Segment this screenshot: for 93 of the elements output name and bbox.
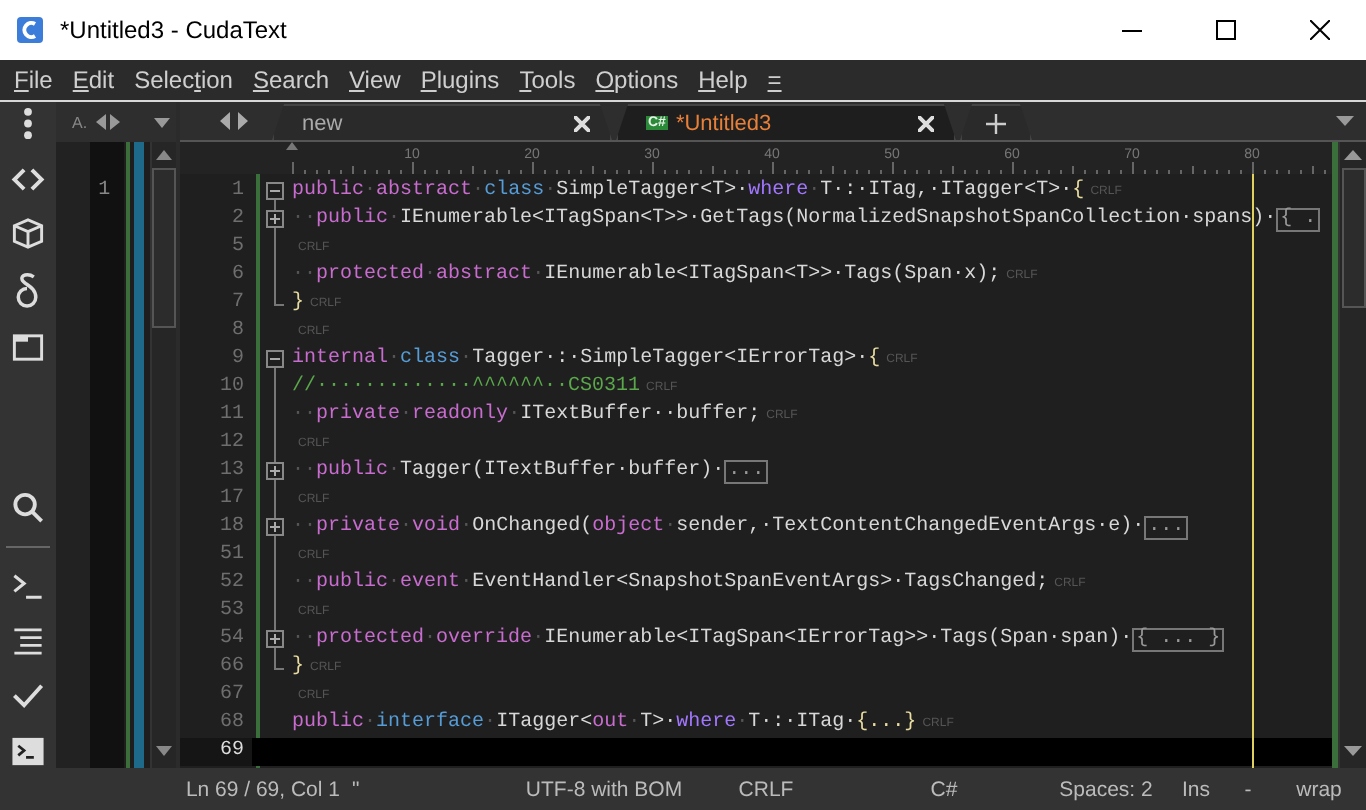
menu-item[interactable]: Selection: [124, 60, 243, 100]
line-number: 68: [217, 710, 246, 738]
fold-minus-icon[interactable]: [266, 346, 284, 374]
code-text: internal·class·Tagger·:·SimpleTagger<IErrorTag>·{: [292, 346, 881, 374]
scroll-up-icon[interactable]: [156, 150, 172, 160]
line-number: 5: [229, 234, 246, 262]
line-number: 52: [217, 570, 246, 598]
folded-block-button[interactable]: ...: [724, 460, 769, 484]
line-number: 7: [229, 290, 246, 318]
code-text: ··public·Tagger(ITextBuffer·buffer)·: [292, 458, 725, 486]
caret-icon[interactable]: [1336, 116, 1354, 126]
nav-arrows-icon[interactable]: [95, 114, 120, 130]
delta-icon[interactable]: [14, 271, 42, 310]
search-icon[interactable]: [10, 489, 46, 525]
caret-icon[interactable]: [154, 117, 170, 127]
menu-item[interactable]: File: [4, 60, 63, 100]
maximize-icon[interactable]: [1215, 20, 1235, 40]
list-icon[interactable]: [10, 623, 46, 659]
menu-item[interactable]: Help: [688, 60, 758, 100]
fold-minus-icon[interactable]: [266, 178, 284, 206]
minimize-icon[interactable]: [1121, 29, 1141, 31]
line-number: 53: [217, 598, 246, 626]
code-text: ··private·readonly·ITextBuffer··buffer;: [292, 402, 761, 430]
fold-plus-icon[interactable]: [266, 458, 284, 486]
code-text: //·············^^^^^^··CS0311: [292, 374, 641, 402]
line-number: 1: [98, 178, 113, 206]
window-title: *Untitled3 - CudaText: [60, 16, 287, 44]
line-number: 66: [217, 654, 246, 682]
menu-item[interactable]: Options: [585, 60, 689, 100]
line-number: 17: [217, 486, 246, 514]
console-icon[interactable]: [10, 733, 46, 769]
line-number: 8: [229, 318, 246, 346]
line-number: 9: [229, 346, 246, 374]
status-item: Spaces: 2: [1057, 777, 1155, 801]
new-tab-button[interactable]: [960, 104, 1032, 140]
status-item: -: [1242, 777, 1254, 801]
plus-icon[interactable]: [986, 113, 1006, 133]
tab-title[interactable]: A.: [72, 113, 88, 131]
scroll-thumb[interactable]: [152, 168, 176, 328]
tab[interactable]: new: [272, 104, 612, 140]
folded-block-button[interactable]: { ... }: [1132, 628, 1225, 652]
line-number: 10: [217, 374, 246, 402]
fold-plus-icon[interactable]: [266, 626, 284, 654]
line-number: 2: [229, 206, 246, 234]
line-number: 69: [180, 738, 252, 766]
tab-title: new: [302, 111, 343, 135]
line-number: 18: [217, 514, 246, 542]
code-text: ··protected·abstract·IEnumerable<ITagSpan<T>>·Tags(Span·x);: [292, 262, 1001, 290]
code-text: public·abstract·class·SimpleTagger<T>·where·T·:·ITag,·ITagger<T>·{: [292, 178, 1085, 206]
window-icon[interactable]: [10, 330, 46, 366]
menu-item[interactable]: Edit: [62, 60, 125, 100]
code-text: ··public·event·EventHandler<SnapshotSpanEventArgs>·TagsChanged;: [292, 570, 1049, 598]
code-text: ··private·void·OnChanged(object·sender,·TextContentChangedEventArgs·e)·: [292, 514, 1145, 542]
code-text: }: [292, 654, 305, 682]
line-number: 51: [217, 542, 246, 570]
status-item: ": [350, 777, 362, 801]
menu-item[interactable]: =: [757, 60, 792, 100]
scrollbar[interactable]: [150, 142, 176, 768]
fold-plus-icon[interactable]: [266, 206, 284, 234]
line-number: 6: [229, 262, 246, 290]
scrollbar[interactable]: [1338, 142, 1366, 768]
scroll-down-icon[interactable]: [1344, 746, 1362, 756]
fold-plus-icon[interactable]: [266, 514, 284, 542]
status-item: Ln 69 / 69, Col 1: [183, 777, 340, 801]
menu-item[interactable]: View: [339, 60, 411, 100]
code-text: }: [292, 290, 305, 318]
line-number: 67: [217, 682, 246, 710]
line-number: 11: [217, 402, 246, 430]
status-item: Ins: [1179, 777, 1212, 801]
nav-arrows-icon[interactable]: [220, 112, 248, 130]
line-number: 12: [217, 430, 246, 458]
line-number: 54: [217, 626, 246, 654]
status-item: wrap: [1294, 777, 1344, 801]
app-icon: [16, 16, 44, 44]
scroll-up-icon[interactable]: [1344, 150, 1362, 160]
code-text: public·interface·ITagger<out·T>·where·T·:·ITag·{...}: [292, 710, 917, 738]
scroll-down-icon[interactable]: [156, 746, 172, 756]
line-number: 1: [229, 178, 246, 206]
close-icon[interactable]: [1309, 20, 1329, 40]
scroll-thumb[interactable]: [1341, 168, 1365, 308]
tab-title: *Untitled3: [675, 111, 772, 135]
menu-icon[interactable]: [22, 106, 34, 142]
line-number: 13: [217, 458, 246, 486]
menu-item[interactable]: Plugins: [410, 60, 510, 100]
status-item: CRLF: [736, 777, 796, 801]
folded-block-button[interactable]: { .: [1276, 208, 1321, 232]
cube-icon[interactable]: [10, 216, 46, 252]
code-text: ··protected·override·IEnumerable<ITagSpan<IErrorTag>>·Tags(Span·span)·: [292, 626, 1133, 654]
menu-item[interactable]: Tools: [509, 60, 586, 100]
menu-item[interactable]: Search: [242, 60, 339, 100]
status-item: C#: [928, 777, 960, 801]
folded-block-button[interactable]: ...: [1144, 516, 1189, 540]
status-item: UTF-8 with BOM: [523, 777, 685, 801]
